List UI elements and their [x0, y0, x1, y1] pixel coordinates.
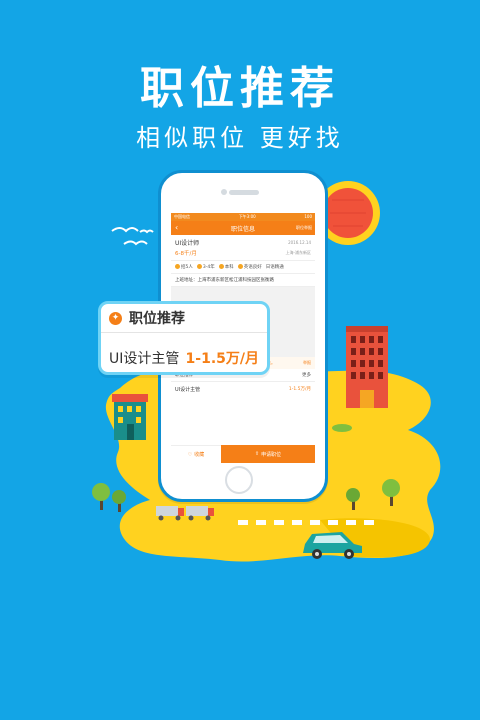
address-text: 上班地址：上海市浦东新区松江浦科技园区张衡路 — [175, 278, 274, 283]
tag-item: 英语良好 — [237, 264, 262, 270]
job-summary: UI设计师 2016.12.14 6-8千/月 上海-浦东新区 — [171, 235, 315, 261]
recommend-item-salary: 1-1.5万/月 — [288, 387, 311, 392]
recommend-item[interactable]: UI设计主管 1-1.5万/月 — [171, 382, 315, 397]
recommend-item-title: UI设计主管 — [175, 387, 201, 393]
birds-icon — [111, 227, 154, 246]
status-bar: 中国电信 下午3:00 100 — [171, 213, 315, 221]
favorite-button[interactable]: ♡ 收藏 — [171, 445, 221, 463]
tag-item: 3-4年 — [196, 264, 215, 270]
notice-report-link[interactable]: 举报 — [303, 360, 311, 366]
job-location: 上海-浦东新区 — [285, 250, 311, 255]
report-button[interactable]: 职位举报 — [296, 225, 312, 231]
compass-icon: ✦ — [109, 311, 122, 325]
job-address: 上班地址：上海市浦东新区松江浦科技园区张衡路 — [171, 274, 315, 287]
battery-label: 100 — [304, 214, 312, 219]
nav-bar: ‹ 职位信息 职位举报 — [171, 221, 315, 235]
carrier-label: 中国电信 — [174, 214, 190, 219]
post-date: 2016.12.14 — [288, 240, 311, 245]
popup-job-title: UI设计主管 — [109, 351, 180, 367]
apply-button[interactable]: ⇪ 申请职位 — [221, 445, 315, 463]
teal-building-icon — [112, 394, 148, 440]
job-salary: 6-8千/月 — [175, 251, 197, 257]
popup-title: 职位推荐 — [129, 311, 185, 327]
home-button[interactable] — [225, 466, 253, 494]
apply-icon: ⇪ — [254, 451, 260, 457]
subline: 相似职位 更好找 — [136, 124, 344, 152]
tag-item: 招5人 — [175, 264, 193, 270]
popup-header: ✦ 职位推荐 — [101, 304, 267, 333]
recommend-more-link[interactable]: 更多 — [302, 372, 311, 378]
heart-icon: ♡ — [187, 451, 193, 458]
speaker-grille — [229, 190, 259, 195]
tag-item: 本科 — [218, 264, 234, 270]
red-building-icon — [346, 326, 388, 408]
bottom-action-bar: ♡ 收藏 ⇪ 申请职位 — [171, 445, 315, 463]
time-label: 下午3:00 — [238, 214, 256, 219]
app-promo-screen: 职位推荐 相似职位 更好找 中国电信 下午3:00 100 ‹ 职位信息 职位举… — [0, 0, 480, 720]
popup-salary: 1-1.5万/月 — [185, 351, 259, 367]
headline: 职位推荐 — [140, 63, 340, 114]
job-title: UI设计师 — [175, 240, 200, 247]
job-tags: 招5人 3-4年 本科 英语良好 日语精通 — [171, 261, 315, 274]
tag-item: 日语精通 — [265, 265, 284, 270]
recommend-popup-card[interactable]: ✦ 职位推荐 UI设计主管 1-1.5万/月 — [98, 301, 270, 375]
camera-icon — [221, 189, 227, 195]
nav-title: 职位信息 — [230, 226, 255, 233]
